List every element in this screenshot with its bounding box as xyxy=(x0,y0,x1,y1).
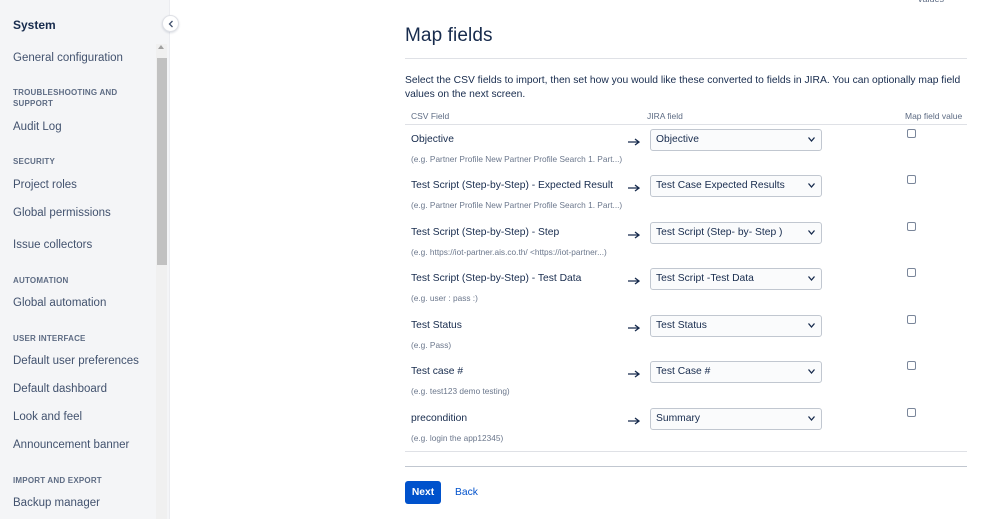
csv-field-example: (e.g. user : pass :) xyxy=(411,293,478,303)
sidebar-item-default-user-preferences[interactable]: Default user preferences xyxy=(13,355,139,367)
admin-sidebar: System General configuration TROUBLESHOO… xyxy=(0,0,170,519)
sidebar-item-project-roles[interactable]: Project roles xyxy=(13,179,77,191)
map-field-value-checkbox[interactable] xyxy=(907,315,916,324)
jira-field-selected-value: Test Script (Step- by- Step ) xyxy=(656,227,783,238)
sidebar-item-backup-manager[interactable]: Backup manager xyxy=(13,497,100,509)
column-header-csv-field: CSV Field xyxy=(411,111,450,121)
form-footer-divider xyxy=(405,466,967,467)
jira-field-selected-value: Summary xyxy=(656,413,701,424)
title-divider xyxy=(405,58,967,59)
header-divider xyxy=(405,124,967,125)
sidebar-heading-security: SECURITY xyxy=(13,157,56,166)
csv-field-example: (e.g. https://iot-partner.ais.co.th/ <ht… xyxy=(411,247,607,257)
chevron-down-icon xyxy=(808,276,815,281)
sidebar-item-look-and-feel[interactable]: Look and feel xyxy=(13,411,82,423)
csv-field-name: Test Script (Step-by-Step) - Test Data xyxy=(411,273,582,284)
chevron-down-icon xyxy=(808,323,815,328)
jira-field-selected-value: Test Case # xyxy=(656,366,711,377)
jira-field-select[interactable]: Test Script -Test Data xyxy=(650,268,822,290)
csv-field-name: Objective xyxy=(411,134,454,145)
sidebar-heading-troubleshooting: TROUBLESHOOTING AND SUPPORT xyxy=(13,88,118,108)
table-bottom-divider xyxy=(405,451,967,452)
mapping-row: Objective (e.g. Partner Profile New Part… xyxy=(405,129,967,180)
mapping-row: Test Script (Step-by-Step) - Test Data (… xyxy=(405,268,967,319)
mapping-row: Test Script (Step-by-Step) - Step (e.g. … xyxy=(405,222,967,273)
sidebar-heading-user-interface: USER INTERFACE xyxy=(13,334,86,343)
column-header-map-field-value: Map field value xyxy=(905,111,963,121)
map-field-value-checkbox[interactable] xyxy=(907,408,916,417)
sidebar-scrollbar-thumb[interactable] xyxy=(157,58,167,265)
jira-field-select[interactable]: Objective xyxy=(650,129,822,151)
csv-field-example: (e.g. Partner Profile New Partner Profil… xyxy=(411,200,623,210)
csv-field-name: Test Status xyxy=(411,320,462,331)
jira-field-selected-value: Test Script -Test Data xyxy=(656,273,754,284)
map-field-value-checkbox[interactable] xyxy=(907,129,916,138)
jira-field-select[interactable]: Test Status xyxy=(650,315,822,337)
scroll-up-arrow-icon[interactable] xyxy=(158,45,164,49)
sidebar-item-audit-log[interactable]: Audit Log xyxy=(13,121,62,133)
arrow-right-icon xyxy=(628,324,640,332)
chevron-left-icon xyxy=(168,20,173,27)
csv-field-example: (e.g. test123 demo testing) xyxy=(411,386,510,396)
mapping-row: Test Status (e.g. Pass) Test Status xyxy=(405,315,967,366)
arrow-right-icon xyxy=(628,277,640,285)
column-header-jira-field: JIRA field xyxy=(647,111,683,121)
map-field-value-checkbox[interactable] xyxy=(907,175,916,184)
next-button[interactable]: Next xyxy=(405,481,441,504)
chevron-down-icon xyxy=(808,137,815,142)
chevron-down-icon xyxy=(808,416,815,421)
sidebar-heading-automation: AUTOMATION xyxy=(13,276,69,285)
sidebar-item-global-permissions[interactable]: Global permissions xyxy=(13,207,111,219)
csv-field-example: (e.g. Pass) xyxy=(411,340,452,350)
sidebar-item-default-dashboard[interactable]: Default dashboard xyxy=(13,383,107,395)
jira-field-selected-value: Test Case Expected Results xyxy=(656,180,785,191)
page-title: Map fields xyxy=(405,25,493,46)
arrow-right-icon xyxy=(628,231,640,239)
sidebar-item-general-configuration[interactable]: General configuration xyxy=(13,52,123,64)
sidebar-heading-import-export: IMPORT AND EXPORT xyxy=(13,476,102,485)
csv-field-name: Test case # xyxy=(411,366,464,377)
csv-field-name: Test Script (Step-by-Step) - Step xyxy=(411,227,560,238)
csv-field-example: (e.g. Partner Profile New Partner Profil… xyxy=(411,154,623,164)
csv-field-example: (e.g. login the app12345) xyxy=(411,433,504,443)
mapping-row: Test case # (e.g. test123 demo testing) … xyxy=(405,361,967,412)
collapse-sidebar-button[interactable] xyxy=(162,15,179,32)
sidebar-item-global-automation[interactable]: Global automation xyxy=(13,297,106,309)
arrow-right-icon xyxy=(628,184,640,192)
sidebar-item-issue-collectors[interactable]: Issue collectors xyxy=(13,239,92,251)
csv-field-name: precondition xyxy=(411,413,468,424)
jira-field-select[interactable]: Summary xyxy=(650,408,822,430)
jira-field-selected-value: Test Status xyxy=(656,320,707,331)
arrow-right-icon xyxy=(628,370,640,378)
chevron-down-icon xyxy=(808,230,815,235)
jira-field-select[interactable]: Test Case Expected Results xyxy=(650,175,822,197)
mapping-row: precondition (e.g. login the app12345) S… xyxy=(405,408,967,459)
page-description: Select the CSV fields to import, then se… xyxy=(405,75,961,100)
map-field-value-checkbox[interactable] xyxy=(907,268,916,277)
chevron-down-icon xyxy=(808,369,815,374)
arrow-right-icon xyxy=(628,138,640,146)
corner-text: values xyxy=(918,0,944,4)
back-link[interactable]: Back xyxy=(455,487,478,498)
mapping-row: Test Script (Step-by-Step) - Expected Re… xyxy=(405,175,967,226)
sidebar-item-announcement-banner[interactable]: Announcement banner xyxy=(13,439,129,451)
jira-field-select[interactable]: Test Script (Step- by- Step ) xyxy=(650,222,822,244)
chevron-down-icon xyxy=(808,183,815,188)
map-field-value-checkbox[interactable] xyxy=(907,361,916,370)
csv-field-name: Test Script (Step-by-Step) - Expected Re… xyxy=(411,180,614,191)
arrow-right-icon xyxy=(628,417,640,425)
map-field-value-checkbox[interactable] xyxy=(907,222,916,231)
jira-field-selected-value: Objective xyxy=(656,134,699,145)
sidebar-title-system[interactable]: System xyxy=(13,18,56,32)
jira-field-select[interactable]: Test Case # xyxy=(650,361,822,383)
